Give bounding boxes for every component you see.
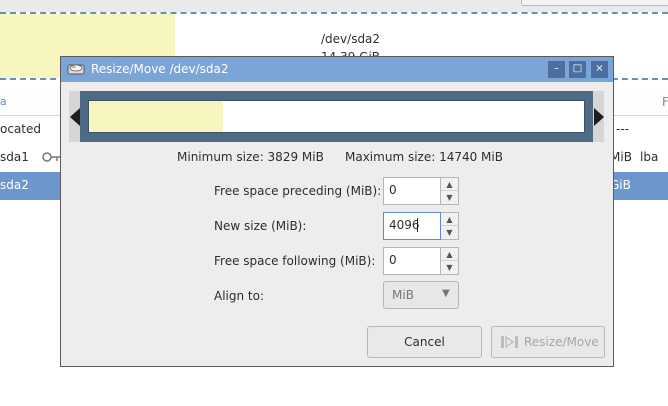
column-header-partition[interactable]: a xyxy=(0,95,7,108)
partition-flags: lba xyxy=(640,150,659,164)
new-size-input[interactable]: 4096 xyxy=(383,212,441,240)
resize-left-handle-icon[interactable] xyxy=(70,108,80,129)
free-following-spinner[interactable]: 0 ▲ ▼ xyxy=(383,247,459,275)
minimum-size: Minimum size: 3829 MiB xyxy=(177,150,324,164)
cancel-button-label: Cancel xyxy=(404,335,445,349)
free-following-input[interactable]: 0 xyxy=(383,247,441,275)
chevron-down-icon[interactable]: ▼ xyxy=(441,191,458,204)
chevron-up-icon[interactable]: ▲ xyxy=(441,248,458,261)
align-to-value: MiB xyxy=(392,288,414,302)
partition-map-name: /dev/sda2 xyxy=(321,32,381,46)
chevron-up-icon[interactable]: ▲ xyxy=(441,213,458,226)
close-button[interactable]: × xyxy=(591,61,608,78)
gparted-app-icon xyxy=(67,62,85,79)
partition-resizer[interactable] xyxy=(69,91,604,142)
partition-used: --- xyxy=(616,122,629,136)
text-cursor xyxy=(417,218,418,232)
free-preceding-stepper[interactable]: ▲ ▼ xyxy=(441,177,459,205)
free-following-label: Free space following (MiB): xyxy=(214,254,376,268)
cancel-button[interactable]: Cancel xyxy=(367,326,482,358)
new-size-stepper[interactable]: ▲ ▼ xyxy=(441,212,459,240)
partition-name: sda2 xyxy=(0,178,29,192)
partition-bar-inner[interactable] xyxy=(88,100,585,133)
align-to-label: Align to: xyxy=(214,289,265,303)
resize-move-icon xyxy=(500,333,520,354)
chevron-up-icon[interactable]: ▲ xyxy=(441,178,458,191)
resize-move-button-label: Resize/Move xyxy=(524,335,599,349)
dialog-title: Resize/Move /dev/sda2 xyxy=(91,62,229,76)
resize-move-button[interactable]: Resize/Move xyxy=(491,326,605,358)
resize-right-handle-icon[interactable] xyxy=(594,108,604,129)
minimize-button[interactable]: – xyxy=(548,61,565,78)
maximum-size: Maximum size: 14740 MiB xyxy=(345,150,503,164)
partition-used-bar xyxy=(89,101,223,132)
maximize-button[interactable]: □ xyxy=(569,61,586,78)
size-limits: Minimum size: 3829 MiB Maximum size: 147… xyxy=(61,150,613,166)
dialog-titlebar[interactable]: Resize/Move /dev/sda2 – □ × xyxy=(61,57,613,82)
chevron-down-icon: ▼ xyxy=(442,288,450,299)
free-following-stepper[interactable]: ▲ ▼ xyxy=(441,247,459,275)
partition-name: ocated xyxy=(0,122,41,136)
chevron-down-icon[interactable]: ▼ xyxy=(441,261,458,274)
free-preceding-label: Free space preceding (MiB): xyxy=(214,184,382,198)
toolbar-button[interactable] xyxy=(521,0,668,6)
key-icon xyxy=(42,151,62,166)
chevron-down-icon[interactable]: ▼ xyxy=(441,226,458,239)
column-header-flags[interactable]: F xyxy=(662,95,668,109)
new-size-label: New size (MiB): xyxy=(214,219,307,233)
new-size-spinner[interactable]: 4096 ▲ ▼ xyxy=(383,212,459,240)
align-to-select[interactable]: MiB ▼ xyxy=(383,281,459,309)
partition-name: sda1 xyxy=(0,150,29,164)
free-preceding-input[interactable]: 0 xyxy=(383,177,441,205)
resize-move-dialog: Resize/Move /dev/sda2 – □ × Minimum size… xyxy=(60,56,614,367)
free-preceding-spinner[interactable]: 0 ▲ ▼ xyxy=(383,177,459,205)
